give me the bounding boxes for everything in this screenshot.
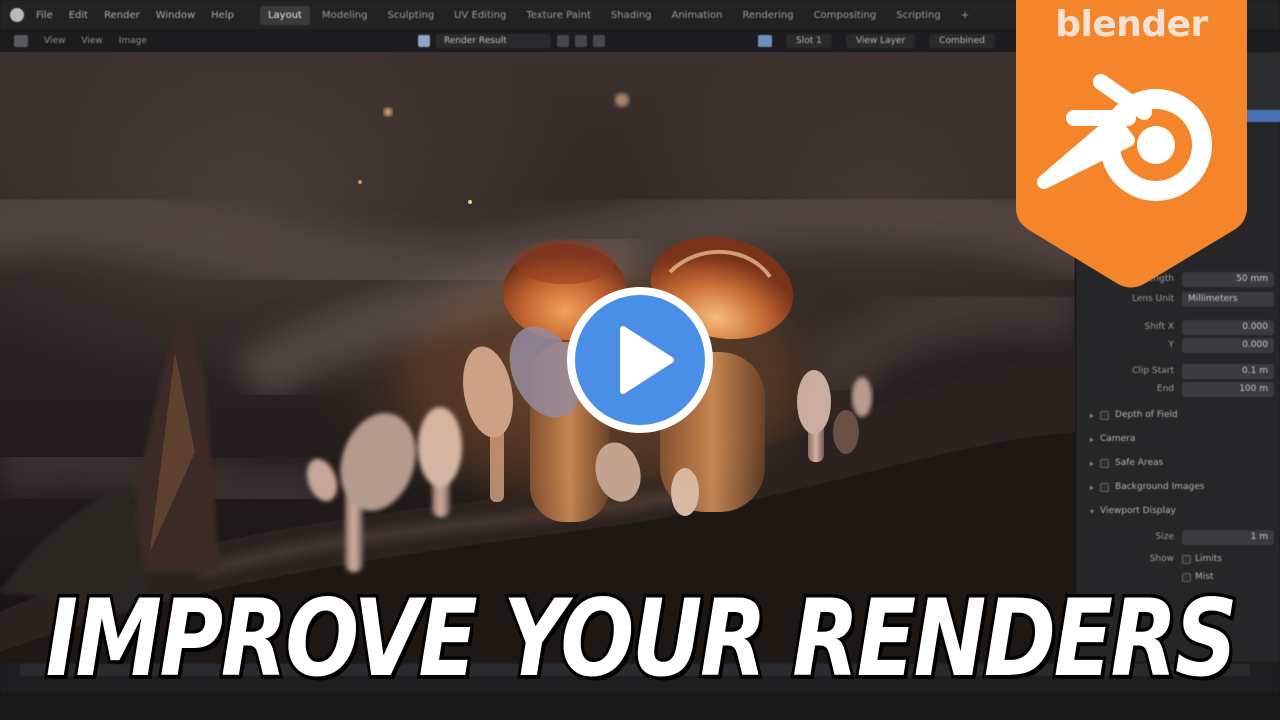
expand-arrow-icon: ▸: [1090, 434, 1095, 444]
slot-dropdown[interactable]: Slot 1: [786, 34, 832, 48]
size-label: Size: [1155, 532, 1174, 542]
tab-shading[interactable]: Shading: [603, 6, 660, 25]
shift-x-row: Shift X 0.000: [1076, 318, 1280, 336]
open-image-icon[interactable]: [574, 35, 587, 47]
expand-arrow-icon: ▸: [1090, 458, 1095, 468]
limits-checkbox[interactable]: [1182, 554, 1191, 564]
editor-type-icon[interactable]: [14, 35, 28, 47]
menu-view-2[interactable]: View: [81, 36, 102, 46]
shift-y-row: Y 0.000: [1076, 336, 1280, 354]
render-pass-dropdown[interactable]: Combined: [929, 34, 995, 48]
show-label: Show: [1149, 554, 1174, 564]
menu-edit[interactable]: Edit: [69, 10, 88, 21]
caption-text: IMPROVE YOUR RENDERS: [42, 573, 1240, 703]
lens-unit-row: Lens Unit Millimeters: [1076, 290, 1280, 308]
workspace-tabs: Layout Modeling Sculpting UV Editing Tex…: [259, 5, 977, 25]
shift-x-label: Shift X: [1144, 322, 1174, 332]
size-field[interactable]: 1 m: [1182, 529, 1274, 545]
shift-x-field[interactable]: 0.000: [1182, 319, 1274, 335]
clip-end-label: End: [1156, 384, 1174, 394]
add-workspace-button[interactable]: +: [953, 6, 977, 25]
section-viewport-display[interactable]: ▾ Viewport Display: [1090, 506, 1176, 516]
show-row: Show Limits: [1076, 550, 1280, 568]
menu-image[interactable]: Image: [119, 36, 147, 46]
camera-section-label: Camera: [1100, 434, 1136, 444]
clip-start-field[interactable]: 0.1 m: [1182, 363, 1274, 379]
expand-arrow-icon: ▸: [1090, 482, 1095, 492]
play-icon: [620, 326, 674, 394]
blender-wordmark: blender: [1055, 4, 1208, 45]
limits-label: Limits: [1195, 554, 1222, 564]
safe-areas-label: Safe Areas: [1115, 458, 1164, 468]
thumbnail-caption: IMPROVE YOUR RENDERS: [0, 568, 1280, 708]
menu-window[interactable]: Window: [156, 10, 195, 21]
tab-uv-editing[interactable]: UV Editing: [446, 6, 514, 25]
tab-animation[interactable]: Animation: [664, 6, 731, 25]
clip-end-row: End 100 m: [1076, 380, 1280, 398]
tab-scripting[interactable]: Scripting: [888, 6, 948, 25]
depth-of-field-checkbox[interactable]: [1100, 410, 1110, 420]
clip-start-row: Clip Start 0.1 m: [1076, 362, 1280, 380]
tab-layout[interactable]: Layout: [259, 5, 310, 25]
section-camera[interactable]: ▸ Camera: [1090, 434, 1135, 444]
image-name-field[interactable]: Render Result: [436, 34, 551, 48]
safe-areas-checkbox[interactable]: [1100, 458, 1110, 468]
depth-of-field-label: Depth of Field: [1115, 410, 1178, 420]
tab-modeling[interactable]: Modeling: [314, 6, 376, 25]
section-safe-areas[interactable]: ▸ Safe Areas: [1090, 458, 1163, 468]
expand-arrow-icon: ▸: [1090, 410, 1095, 420]
tab-sculpting[interactable]: Sculpting: [379, 6, 442, 25]
menu-file[interactable]: File: [36, 10, 53, 21]
size-row: Size 1 m: [1076, 528, 1280, 546]
tab-compositing[interactable]: Compositing: [806, 6, 885, 25]
menu-help[interactable]: Help: [211, 10, 234, 21]
background-images-label: Background Images: [1115, 482, 1205, 492]
image-icon: [418, 35, 430, 47]
view-layer-dropdown[interactable]: View Layer: [845, 34, 916, 48]
limits-option[interactable]: Limits: [1182, 554, 1222, 564]
section-depth-of-field[interactable]: ▸ Depth of Field: [1090, 410, 1178, 420]
menu-view[interactable]: View: [44, 36, 65, 46]
clip-end-field[interactable]: 100 m: [1182, 381, 1274, 397]
menu-render[interactable]: Render: [104, 10, 140, 21]
tab-texture-paint[interactable]: Texture Paint: [518, 6, 599, 25]
main-menu: File Edit Render Window Help: [36, 10, 234, 21]
shift-y-label: Y: [1168, 340, 1175, 350]
lens-unit-label: Lens Unit: [1132, 294, 1174, 304]
clip-start-label: Clip Start: [1132, 366, 1174, 376]
blender-menu-icon[interactable]: [10, 8, 24, 22]
tab-rendering[interactable]: Rendering: [734, 6, 801, 25]
blender-logo-badge: blender: [1016, 0, 1247, 290]
viewport-display-label: Viewport Display: [1100, 506, 1176, 516]
play-button[interactable]: [567, 287, 713, 433]
background-images-checkbox[interactable]: [1100, 482, 1110, 492]
collapse-arrow-icon: ▾: [1090, 506, 1095, 516]
display-channels-icon[interactable]: [758, 35, 772, 47]
shift-y-field[interactable]: 0.000: [1182, 337, 1274, 353]
section-background-images[interactable]: ▸ Background Images: [1090, 482, 1204, 492]
close-image-icon[interactable]: [592, 35, 605, 47]
lens-unit-dropdown[interactable]: Millimeters: [1182, 291, 1274, 307]
new-image-icon[interactable]: [556, 35, 569, 47]
